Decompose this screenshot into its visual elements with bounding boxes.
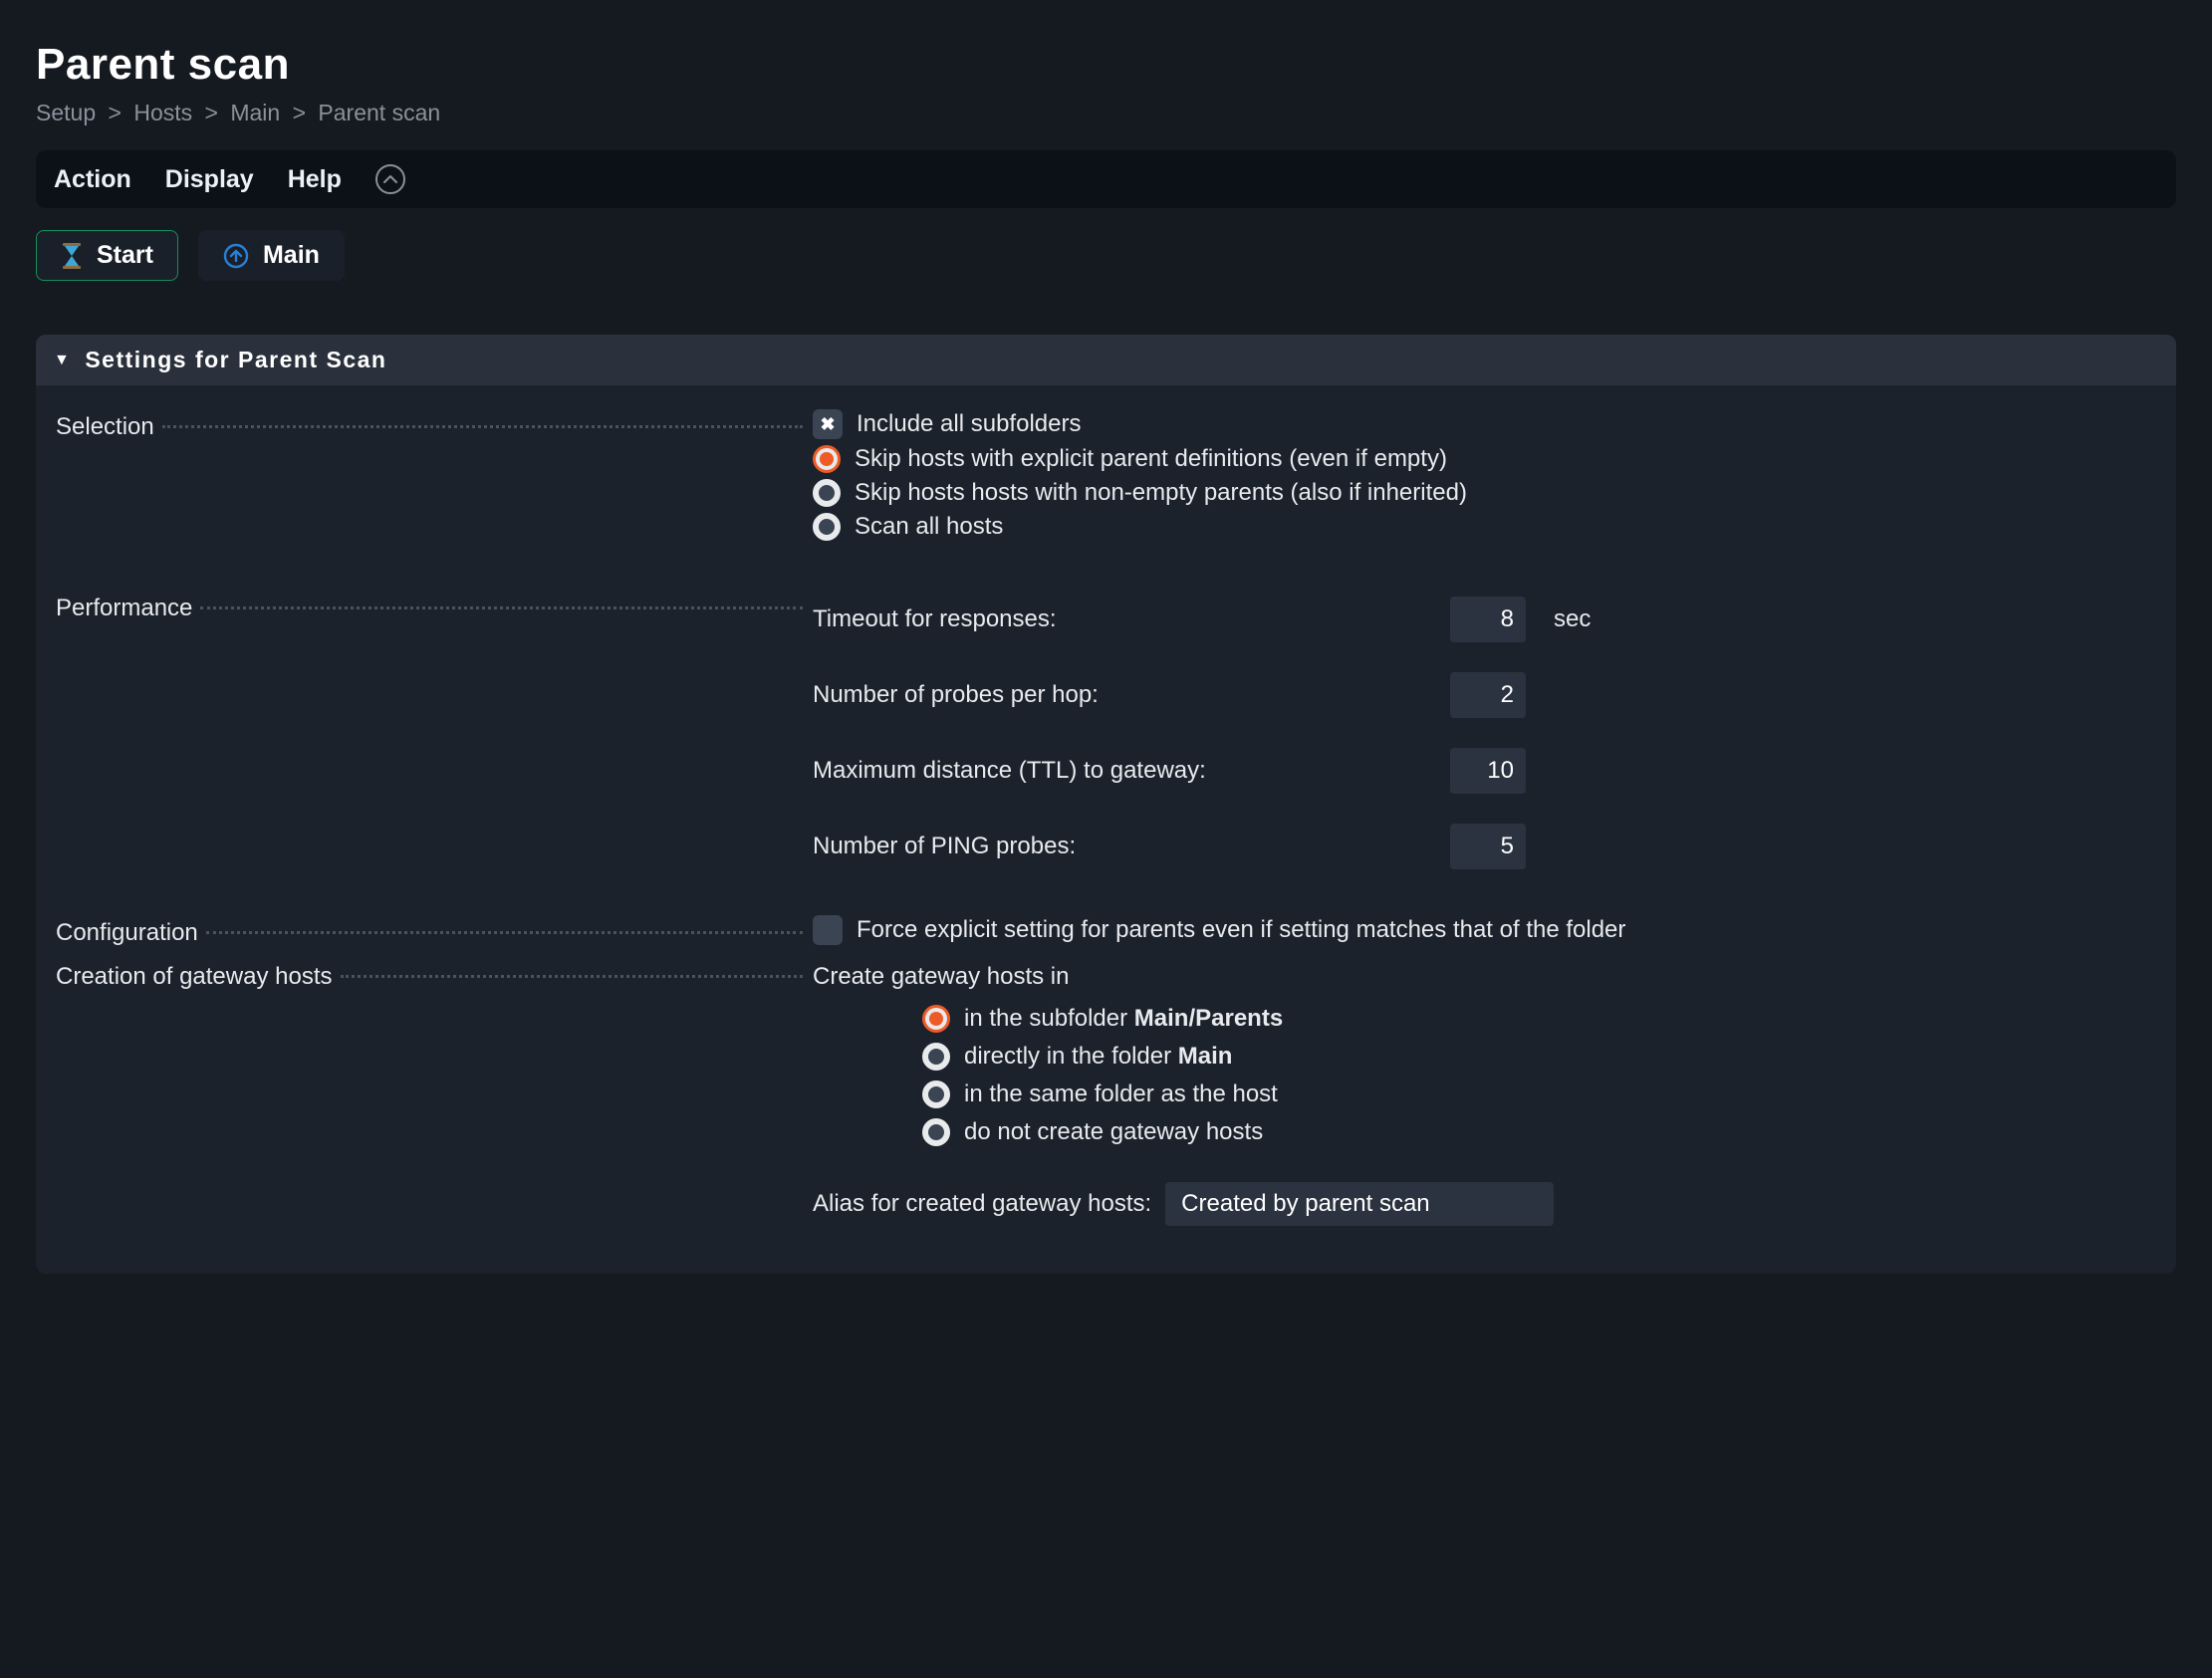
- perf-timeout-input[interactable]: [1450, 597, 1526, 642]
- performance-label: Performance: [56, 595, 200, 622]
- gateway-label: Creation of gateway hosts: [56, 963, 341, 991]
- menubar: Action Display Help: [36, 150, 2176, 208]
- breadcrumb-item[interactable]: Setup: [36, 100, 96, 125]
- radio-button[interactable]: [922, 1118, 950, 1146]
- gateway-option[interactable]: do not create gateway hosts: [922, 1118, 2156, 1146]
- main-button-label: Main: [263, 241, 320, 270]
- settings-section: ▼ Settings for Parent Scan Selection Inc…: [36, 335, 2176, 1274]
- radio-button[interactable]: [922, 1080, 950, 1108]
- start-button-label: Start: [97, 241, 153, 270]
- perf-ttl-input[interactable]: [1450, 748, 1526, 794]
- menu-expand-icon[interactable]: [375, 164, 405, 194]
- field-dots: [200, 606, 803, 609]
- menu-display[interactable]: Display: [165, 165, 254, 194]
- breadcrumb-separator: >: [205, 100, 218, 125]
- section-header[interactable]: ▼ Settings for Parent Scan: [36, 335, 2176, 385]
- selection-option[interactable]: Skip hosts with explicit parent definiti…: [813, 445, 2156, 473]
- breadcrumb-separator: >: [109, 100, 122, 125]
- include-subfolders-checkbox[interactable]: [813, 409, 843, 439]
- field-dots: [162, 425, 803, 428]
- perf-timeout-label: Timeout for responses:: [813, 605, 1450, 633]
- arrow-up-circle-icon: [223, 243, 249, 269]
- force-explicit-checkbox[interactable]: [813, 915, 843, 945]
- include-subfolders-label: Include all subfolders: [857, 410, 1081, 438]
- perf-ping-label: Number of PING probes:: [813, 833, 1450, 860]
- section-title: Settings for Parent Scan: [85, 347, 386, 373]
- gateway-option-label: in the same folder as the host: [964, 1080, 1278, 1108]
- radio-button[interactable]: [813, 513, 841, 541]
- breadcrumb-item[interactable]: Hosts: [133, 100, 192, 125]
- selection-option[interactable]: Skip hosts hosts with non-empty parents …: [813, 479, 2156, 507]
- gateway-option[interactable]: in the subfolder Main/Parents: [922, 1005, 2156, 1033]
- field-dots: [206, 931, 803, 934]
- menu-help[interactable]: Help: [288, 165, 342, 194]
- perf-probes-label: Number of probes per hop:: [813, 681, 1450, 709]
- alias-input[interactable]: [1165, 1182, 1554, 1226]
- gateway-option[interactable]: in the same folder as the host: [922, 1080, 2156, 1108]
- field-dots: [341, 975, 804, 978]
- alias-label: Alias for created gateway hosts:: [813, 1190, 1151, 1218]
- radio-button[interactable]: [813, 479, 841, 507]
- collapse-triangle-icon: ▼: [54, 352, 71, 369]
- gateway-option-label: in the subfolder Main/Parents: [964, 1005, 1283, 1033]
- perf-ping-input[interactable]: [1450, 824, 1526, 869]
- hourglass-icon: [61, 242, 83, 270]
- selection-option-label: Scan all hosts: [855, 513, 1003, 541]
- breadcrumb-item[interactable]: Parent scan: [318, 100, 440, 125]
- start-button[interactable]: Start: [36, 230, 178, 281]
- main-button[interactable]: Main: [198, 230, 345, 281]
- force-explicit-label: Force explicit setting for parents even …: [857, 916, 1625, 944]
- create-gateway-in-label: Create gateway hosts in: [813, 963, 2156, 991]
- breadcrumb-separator: >: [293, 100, 306, 125]
- breadcrumb-item[interactable]: Main: [230, 100, 280, 125]
- gateway-option-label: directly in the folder Main: [964, 1043, 1232, 1071]
- force-explicit-checkbox-row[interactable]: Force explicit setting for parents even …: [813, 915, 2156, 945]
- perf-ttl-label: Maximum distance (TTL) to gateway:: [813, 757, 1450, 785]
- perf-timeout-unit: sec: [1540, 605, 2156, 633]
- menu-action[interactable]: Action: [54, 165, 131, 194]
- radio-button[interactable]: [813, 445, 841, 473]
- page-title: Parent scan: [36, 40, 2176, 90]
- selection-option[interactable]: Scan all hosts: [813, 513, 2156, 541]
- include-subfolders-checkbox-row[interactable]: Include all subfolders: [813, 409, 2156, 439]
- perf-probes-input[interactable]: [1450, 672, 1526, 718]
- configuration-label: Configuration: [56, 919, 206, 947]
- selection-option-label: Skip hosts with explicit parent definiti…: [855, 445, 1447, 473]
- radio-button[interactable]: [922, 1043, 950, 1071]
- selection-option-label: Skip hosts hosts with non-empty parents …: [855, 479, 1467, 507]
- gateway-option-label: do not create gateway hosts: [964, 1118, 1263, 1146]
- selection-label: Selection: [56, 413, 162, 441]
- breadcrumb: Setup > Hosts > Main > Parent scan: [36, 100, 2176, 126]
- gateway-option[interactable]: directly in the folder Main: [922, 1043, 2156, 1071]
- button-row: Start Main: [36, 230, 2176, 281]
- radio-button[interactable]: [922, 1005, 950, 1033]
